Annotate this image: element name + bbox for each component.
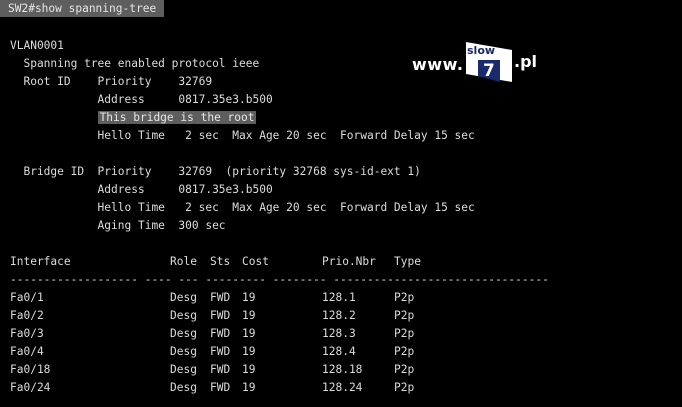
- header-cost: Cost: [242, 255, 269, 268]
- svg-text:slow: slow: [467, 44, 495, 57]
- cell-cost: 19: [242, 381, 256, 394]
- table-row: Fa0/24 Desg FWD 19 128.24 P2p: [10, 380, 670, 395]
- cell-interface: Fa0/2: [10, 309, 44, 322]
- cell-type: P2p: [394, 345, 415, 358]
- cell-prio-nbr: 128.1: [322, 291, 356, 304]
- root-id-priority: Root ID Priority 32769: [10, 75, 213, 88]
- logo-www-text: www.: [412, 55, 464, 74]
- cell-sts: FWD: [210, 381, 231, 394]
- table-row: Fa0/4 Desg FWD 19 128.4 P2p: [10, 344, 670, 359]
- cell-sts: FWD: [210, 327, 231, 340]
- cell-type: P2p: [394, 381, 415, 394]
- logo-tld-text: .pl: [514, 52, 538, 71]
- cell-type: P2p: [394, 309, 415, 322]
- protocol-line: Spanning tree enabled protocol ieee: [10, 57, 260, 70]
- header-interface: Interface: [10, 255, 71, 268]
- root-id-timers: Hello Time 2 sec Max Age 20 sec Forward …: [10, 129, 475, 142]
- cell-interface: Fa0/24: [10, 381, 51, 394]
- cell-cost: 19: [242, 363, 256, 376]
- table-separator: ------------------- ---- --- --------- -…: [10, 273, 549, 286]
- cell-type: P2p: [394, 291, 415, 304]
- cell-sts: FWD: [210, 309, 231, 322]
- cell-interface: Fa0/1: [10, 291, 44, 304]
- cell-cost: 19: [242, 345, 256, 358]
- cell-cost: 19: [242, 309, 256, 322]
- root-id-address: Address 0817.35e3.b500: [10, 93, 273, 106]
- cell-prio-nbr: 128.4: [322, 345, 356, 358]
- table-row: Fa0/2 Desg FWD 19 128.2 P2p: [10, 308, 670, 323]
- bridge-id-aging: Aging Time 300 sec: [10, 219, 226, 232]
- table-row: Fa0/3 Desg FWD 19 128.3 P2p: [10, 326, 670, 341]
- cell-role: Desg: [170, 327, 197, 340]
- table-header: Interface Role Sts Cost Prio.Nbr Type: [10, 254, 670, 269]
- header-type: Type: [394, 255, 421, 268]
- header-prio-nbr: Prio.Nbr: [322, 255, 376, 268]
- slow7-logo-mark: slow 7: [466, 42, 512, 82]
- cell-sts: FWD: [210, 291, 231, 304]
- cell-role: Desg: [170, 291, 197, 304]
- cell-cost: 19: [242, 327, 256, 340]
- cell-interface: Fa0/18: [10, 363, 51, 376]
- cell-type: P2p: [394, 363, 415, 376]
- cell-role: Desg: [170, 363, 197, 376]
- cell-interface: Fa0/4: [10, 345, 44, 358]
- root-bridge-highlight: This bridge is the root: [97, 111, 257, 124]
- command-prompt: SW2#show spanning-tree: [0, 0, 165, 17]
- header-role: Role: [170, 255, 197, 268]
- root-bridge-line: This bridge is the root: [10, 110, 257, 125]
- cell-interface: Fa0/3: [10, 327, 44, 340]
- cell-prio-nbr: 128.24: [322, 381, 363, 394]
- bridge-id-priority: Bridge ID Priority 32769 (priority 32768…: [10, 165, 421, 178]
- table-row: Fa0/18 Desg FWD 19 128.18 P2p: [10, 362, 670, 377]
- bridge-id-address: Address 0817.35e3.b500: [10, 183, 273, 196]
- bridge-id-timers: Hello Time 2 sec Max Age 20 sec Forward …: [10, 201, 475, 214]
- cell-cost: 19: [242, 291, 256, 304]
- cell-sts: FWD: [210, 363, 231, 376]
- table-row: Fa0/1 Desg FWD 19 128.1 P2p: [10, 290, 670, 305]
- header-sts: Sts: [210, 255, 231, 268]
- cell-role: Desg: [170, 345, 197, 358]
- vlan-label: VLAN0001: [10, 39, 64, 52]
- svg-text:7: 7: [483, 61, 495, 81]
- cell-prio-nbr: 128.3: [322, 327, 356, 340]
- cell-sts: FWD: [210, 345, 231, 358]
- cell-role: Desg: [170, 381, 197, 394]
- slow7-logo: www. slow 7 .pl: [412, 40, 542, 84]
- cell-type: P2p: [394, 327, 415, 340]
- cell-prio-nbr: 128.18: [322, 363, 363, 376]
- cell-prio-nbr: 128.2: [322, 309, 356, 322]
- cell-role: Desg: [170, 309, 197, 322]
